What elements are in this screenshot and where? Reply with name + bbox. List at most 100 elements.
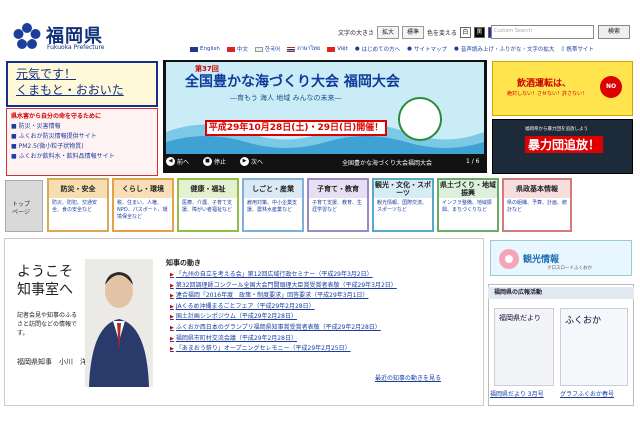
arrow-right-icon: ▶ — [170, 314, 174, 321]
notice-link[interactable]: ■ PM2.5(微小粒子状物質) — [11, 142, 153, 152]
thailand-flag-icon — [287, 46, 296, 52]
nav-top-page[interactable]: トップ ページ — [5, 180, 43, 232]
tourism-banner[interactable]: 観光情報 クロスロードふくおか — [490, 240, 632, 276]
disaster-notice-box: 県水害から自分の命を守るために ■ 防災・災害情報 ■ ふくおか防災情報提供サイ… — [6, 108, 158, 176]
news-more-link[interactable]: 最近の知事の動きを見る — [375, 373, 441, 382]
accessibility-tools: 文字の大きさ 拡大 標準 色を変える 白 黒 青 — [338, 26, 499, 39]
slide-title: 全国豊かな海づくり大会 福岡大会 — [185, 74, 400, 90]
next-button[interactable]: ▶ 次へ — [240, 157, 263, 166]
nav-category[interactable]: しごと・産業 雇用対策、中小企業支援、農林水産業など — [242, 178, 304, 232]
stop-button[interactable]: ■ 停止 — [203, 157, 226, 166]
news-item[interactable]: ▶ 「あまおう祭り」オープニングセレモニー（平成29年2月25日） — [170, 344, 397, 355]
governor-signature: 福岡県知事 小川 洋 — [17, 358, 87, 366]
nav-category[interactable]: 県政基本情報 県の組織、予算、計画、統計など — [502, 178, 572, 232]
gang-title: 暴力団追放！ — [525, 136, 604, 153]
lang-english[interactable]: English — [190, 45, 220, 53]
gang-subtitle: 福岡県から暴力団を追放しよう — [525, 127, 588, 132]
mag1-link[interactable]: 福岡県だより 3月号 — [490, 389, 544, 398]
governor-welcome[interactable]: ようこそ 知事室へ — [17, 263, 73, 299]
prev-button[interactable]: ◀ 前へ — [166, 157, 189, 166]
category-body: 医療、介護、子育て支援、障がい者福祉など — [182, 200, 233, 213]
mag2-cover-title: ふくおか — [565, 316, 602, 326]
slideshow-controls: ◀ 前へ ■ 停止 ▶ 次へ — [166, 157, 263, 166]
slide-caption[interactable]: 全国豊かな海づくり大会福岡大会 — [342, 158, 432, 167]
notice-heading[interactable]: 県水害から自分の命を守るために — [11, 112, 153, 122]
category-title: 観光・文化・スポーツ — [374, 180, 432, 198]
category-title: 県政基本情報 — [504, 180, 570, 198]
nav-category[interactable]: 県土づくり・地域振興インフラ整備、地域振興、まちづくりなど — [437, 178, 499, 232]
lang-korean[interactable]: 한국어 — [254, 45, 280, 53]
governor-photo[interactable] — [85, 259, 153, 387]
tourism-title: 観光情報 — [523, 255, 560, 265]
korea-flag-icon — [254, 46, 263, 52]
link-first-time[interactable]: ● はじめての方へ — [355, 45, 400, 53]
link-mobile-site[interactable]: ▯ 携帯サイト — [561, 45, 594, 53]
arrow-right-icon: ▶ — [170, 346, 174, 353]
welcome-line-2: 知事室へ — [17, 282, 73, 298]
news-item[interactable]: ▶ 「九州の自立を考える会」第12回広域行政セミナー（平成29年3月2日） — [170, 270, 397, 281]
category-title: しごと・産業 — [244, 180, 302, 198]
category-title: 子育て・教育 — [309, 180, 367, 198]
lang-chinese[interactable]: 中文 — [226, 45, 248, 53]
no-drunk-driving-banner[interactable]: 飲酒運転は、 絶対しない！させない！許さない！ NO — [492, 61, 633, 116]
anti-gang-banner[interactable]: 福岡県から暴力団を追放しよう 暴力団追放！ — [492, 119, 633, 174]
top-label-1: トップ — [12, 201, 31, 208]
welcome-line-1: ようこそ — [17, 264, 73, 280]
news-item[interactable]: ▶ 福岡県市町村交流会議（平成29年2月28日） — [170, 334, 397, 345]
nav-category[interactable]: 防災・安全防災、防犯、交通安全、食の安全など — [47, 178, 109, 232]
tourism-subtitle: クロスロードふくおか — [547, 266, 592, 271]
category-title: くらし・環境 — [114, 180, 172, 198]
category-body: 子育て支援、教育、生涯学習など — [312, 200, 363, 213]
china-flag-icon — [226, 46, 235, 52]
news-item[interactable]: ▶ 第32回調理師コンクール全国大会門間頭理大臣賞受賞者表敬（平成29年3月2日） — [170, 281, 397, 292]
arrow-right-icon: ▶ — [170, 324, 174, 331]
no-drink-icon: NO — [600, 76, 622, 98]
nav-category[interactable]: くらし・環境 税、住まい、人権、NPO、パスポート、環境保全など — [112, 178, 174, 232]
category-body: 防災、防犯、交通安全、食の安全など — [52, 200, 98, 213]
search-button[interactable]: 検索 — [598, 25, 630, 39]
chevron-left-icon: ◀ — [166, 157, 175, 166]
mascot-icon — [398, 97, 442, 141]
genki-kumamoto-oita-banner[interactable]: 元気です！ くまもと・おおいた — [6, 61, 158, 107]
drink-subtitle: 絶対しない！させない！許さない！ — [507, 91, 588, 97]
font-standard-button[interactable]: 標準 — [402, 26, 425, 39]
news-item[interactable]: ▶ 国土計画シンポジウム（平成29年2月28日） — [170, 312, 397, 323]
magazine-cover-graph[interactable]: ふくおか — [560, 308, 628, 386]
category-body: 観光情報、国際交流、スポーツなど — [377, 200, 428, 213]
lang-thai[interactable]: ภาษาไทย — [287, 45, 320, 53]
font-size-label: 文字の大きさ — [338, 30, 375, 37]
genki-line-1: 元気です！ — [16, 67, 77, 81]
mag2-link[interactable]: グラフふくおか春号 — [560, 389, 614, 398]
category-body: 税、住まい、人権、NPO、パスポート、環境保全など — [117, 200, 168, 220]
magazine-cover-dayori[interactable]: 福岡県だより — [494, 308, 554, 386]
category-title: 防災・安全 — [49, 180, 107, 198]
notice-link[interactable]: ■ ふくおか飲料水・飲料品情報サイト — [11, 152, 153, 162]
link-voice-reading[interactable]: ● 音声読み上げ・ふりがな・文字の拡大 — [454, 45, 554, 53]
category-title: 県土づくり・地域振興 — [439, 180, 497, 198]
prefecture-emblem-icon[interactable] — [12, 22, 42, 52]
slide-date: 平成29年10月28日(土)・29日(日)開催！ — [205, 120, 387, 136]
site-subtitle: Fukuoka Prefecture — [47, 44, 105, 51]
arrow-right-icon: ▶ — [170, 293, 174, 300]
category-title: 健康・福祉 — [179, 180, 237, 198]
news-item[interactable]: ▶ ふくおか西日本のグランプリ福岡県知事賞受賞者表敬（平成29年2月28日） — [170, 323, 397, 334]
search-input[interactable]: Custom Search — [491, 25, 594, 39]
arrow-right-icon: ▶ — [170, 282, 174, 289]
genki-line-2: くまもと・おおいた — [16, 83, 124, 97]
font-enlarge-button[interactable]: 拡大 — [377, 26, 400, 39]
notice-link[interactable]: ■ 防災・災害情報 — [11, 122, 153, 132]
lang-vietnamese[interactable]: Việt — [327, 45, 348, 53]
link-sitemap[interactable]: ● サイトマップ — [407, 45, 447, 53]
color-white-button[interactable]: 白 — [459, 27, 471, 38]
news-heading: 知事の動き — [166, 259, 201, 267]
nav-category[interactable]: 子育て・教育子育て支援、教育、生涯学習など — [307, 178, 369, 232]
nav-category[interactable]: 健康・福祉医療、介護、子育て支援、障がい者福祉など — [177, 178, 239, 232]
color-black-button[interactable]: 黒 — [473, 27, 485, 38]
news-item[interactable]: ▶ 連合福岡「2016年度 政策・制度要求」回答要求（平成29年3月1日） — [170, 291, 397, 302]
mag1-cover-title: 福岡県だより — [499, 314, 541, 322]
governor-note: 記者会見や知事のふるさと訪問などの情報です。 — [17, 312, 78, 337]
news-item[interactable]: ▶ JAくるめ沖縄まるごとフェア（平成29年2月28日） — [170, 302, 397, 313]
notice-link[interactable]: ■ ふくおか防災情報提供サイト — [11, 132, 153, 142]
category-body: インフラ整備、地域振興、まちづくりなど — [442, 200, 492, 213]
nav-category[interactable]: 観光・文化・スポーツ観光情報、国際交流、スポーツなど — [372, 178, 434, 232]
